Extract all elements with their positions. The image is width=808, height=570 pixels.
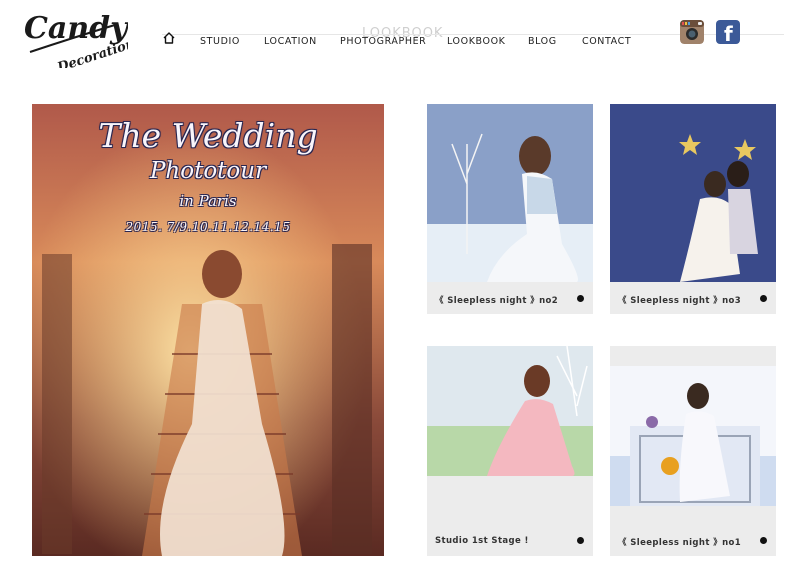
facebook-icon[interactable]: f (716, 20, 740, 46)
arrow-circle-icon[interactable] (760, 537, 767, 544)
card-photo-4 (610, 366, 776, 506)
hero-wedding-phototour-banner[interactable]: The Wedding Phototour in Paris 2015. 7/9… (32, 104, 384, 556)
card-caption-4: 《 Sleepless night 》no1 (618, 538, 742, 548)
lookbook-card-sleepless-night-no2[interactable]: 《 Sleepless night 》no2 (427, 104, 593, 314)
main-nav: STUDIO LOCATION PHOTOGRAPHER LOOKBOOK BL… (0, 36, 640, 48)
hero-title: The Wedding (98, 116, 318, 155)
nav-item-photographer[interactable]: PHOTOGRAPHER (340, 36, 426, 47)
lookbook-card-sleepless-night-no1[interactable]: 《 Sleepless night 》no1 (610, 346, 776, 556)
card-photo-3 (427, 346, 593, 476)
lookbook-card-studio-1st-stage[interactable]: Studio 1st Stage ! (427, 346, 593, 556)
nav-item-blog[interactable]: BLOG (528, 36, 557, 47)
hero-subtitle: Phototour (149, 158, 267, 184)
arrow-circle-icon[interactable] (577, 295, 584, 302)
arrow-circle-icon[interactable] (760, 295, 767, 302)
arrow-circle-icon[interactable] (577, 537, 584, 544)
lookbook-card-sleepless-night-no3[interactable]: 《 Sleepless night 》no3 (610, 104, 776, 314)
hero-dates: 2015. 7/9.10.11.12.14.15 (125, 220, 291, 234)
instagram-icon[interactable] (680, 20, 704, 44)
hero-location: in Paris (179, 192, 237, 210)
facebook-f-glyph: f (724, 22, 733, 46)
nav-item-studio[interactable]: STUDIO (200, 36, 240, 47)
card-caption-2: 《 Sleepless night 》no3 (618, 296, 742, 306)
card-photo-1 (427, 104, 593, 282)
nav-item-contact[interactable]: CONTACT (582, 36, 631, 47)
card-caption-3: Studio 1st Stage ! (435, 536, 529, 546)
svg-text:f: f (724, 22, 733, 44)
nav-item-location[interactable]: LOCATION (264, 36, 317, 47)
nav-item-lookbook[interactable]: LOOKBOOK (447, 36, 505, 47)
card-caption-1: 《 Sleepless night 》no2 (435, 296, 559, 306)
card-photo-2 (610, 104, 776, 282)
